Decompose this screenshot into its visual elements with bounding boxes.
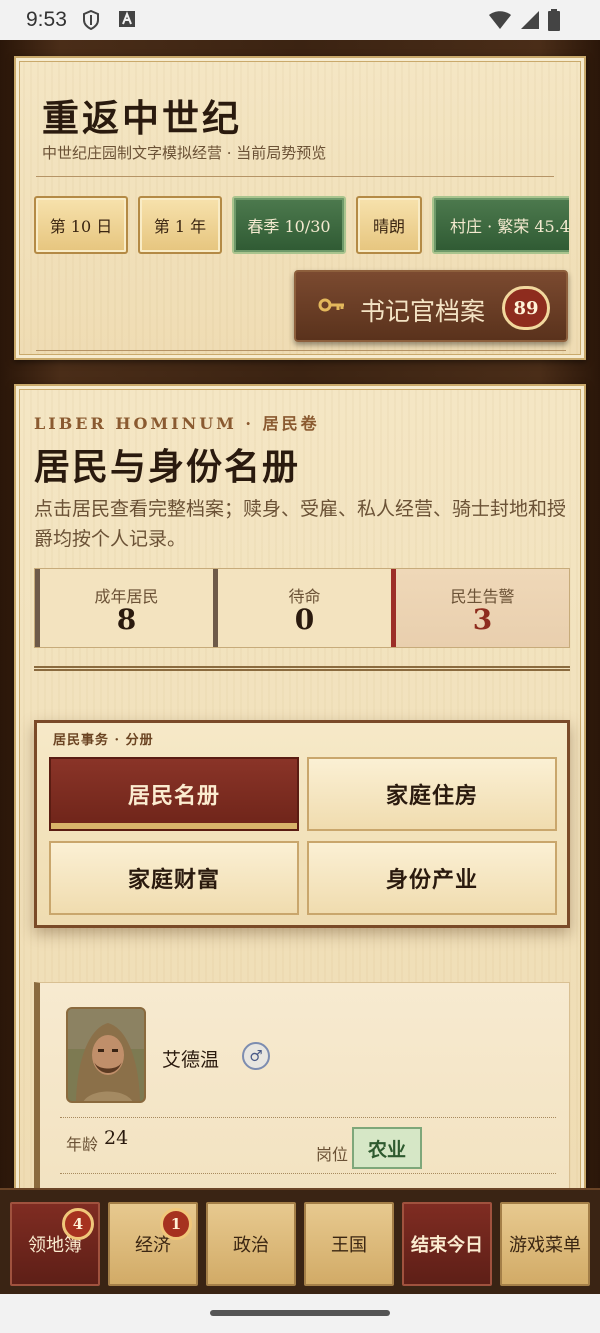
divider xyxy=(60,1173,556,1174)
tab-identity-property[interactable]: 身份产业 xyxy=(307,841,557,915)
age-label: 年龄 xyxy=(66,1135,99,1154)
nav-politics[interactable]: 政治 xyxy=(206,1202,296,1286)
stat-standby: 待命 0 xyxy=(213,569,391,647)
bottom-nav: 领地簿 4 经济 1 政治 王国 结束今日 游戏菜单 xyxy=(0,1188,600,1294)
chip-year: 第 1 年 xyxy=(138,196,222,254)
section-kicker: LIBER HOMINUM · 居民卷 xyxy=(34,414,320,433)
chip-weather: 晴朗 xyxy=(356,196,422,254)
resident-name: 艾德温 xyxy=(162,1049,220,1071)
stat-livelihood-alerts: 民生告警 3 xyxy=(391,569,569,647)
game-subtitle: 中世纪庄园制文字模拟经营 · 当前局势预览 xyxy=(42,144,327,162)
divider xyxy=(36,350,566,351)
stat-value: 3 xyxy=(472,603,493,636)
status-chips: 第 10 日 第 1 年 春季 10/30 晴朗 村庄 · 繁荣 45.4 xyxy=(34,196,569,256)
nav-label: 王国 xyxy=(331,1235,367,1256)
double-divider xyxy=(34,666,570,671)
key-icon xyxy=(318,298,344,312)
scribe-archive-button[interactable]: 书记官档案 89 xyxy=(294,270,568,342)
app-notification-icon xyxy=(119,11,135,27)
male-icon: ♂ xyxy=(242,1042,270,1070)
tab-family-wealth[interactable]: 家庭财富 xyxy=(49,841,299,915)
tab-family-housing[interactable]: 家庭住房 xyxy=(307,757,557,831)
divider xyxy=(60,1117,556,1118)
subsection-caption: 居民事务 · 分册 xyxy=(53,733,154,748)
stat-value: 0 xyxy=(294,603,315,636)
home-gesture-handle[interactable] xyxy=(210,1310,390,1316)
signal-icon xyxy=(521,11,539,29)
status-bar: 9:53 xyxy=(0,0,600,40)
job-label: 岗位 xyxy=(316,1145,349,1164)
scribe-archive-label: 书记官档案 xyxy=(360,297,486,326)
nav-label: 政治 xyxy=(233,1235,269,1256)
nav-kingdom[interactable]: 王国 xyxy=(304,1202,394,1286)
age-value: 24 xyxy=(104,1127,129,1149)
stat-value: 8 xyxy=(116,603,137,636)
chip-season: 春季 10/30 xyxy=(232,196,346,254)
nav-label: 游戏菜单 xyxy=(509,1235,581,1256)
residents-panel: LIBER HOMINUM · 居民卷 居民与身份名册 点击居民查看完整档案；赎… xyxy=(14,384,586,1202)
resident-affairs-tabs: 居民事务 · 分册 居民名册 家庭住房 家庭财富 身份产业 xyxy=(34,720,570,928)
clock: 9:53 xyxy=(26,8,67,31)
job-badge: 农业 xyxy=(352,1127,422,1169)
chip-village-prosperity: 村庄 · 繁荣 45.4 xyxy=(432,196,569,254)
nav-territory-book[interactable]: 领地簿 4 xyxy=(10,1202,100,1286)
game-title: 重返中世纪 xyxy=(42,96,242,140)
section-description: 点击居民查看完整档案；赎身、受雇、私人经营、骑士封地和授爵均按个人记录。 xyxy=(34,498,567,550)
nav-badge: 1 xyxy=(160,1208,192,1240)
nav-game-menu[interactable]: 游戏菜单 xyxy=(500,1202,590,1286)
archive-count-badge: 89 xyxy=(502,286,550,330)
chip-day: 第 10 日 xyxy=(34,196,128,254)
wifi-icon xyxy=(489,11,511,29)
nav-economy[interactable]: 经济 1 xyxy=(108,1202,198,1286)
battery-icon xyxy=(548,9,560,31)
stats-row: 成年居民 8 待命 0 民生告警 3 xyxy=(34,568,570,648)
header-panel: 重返中世纪 中世纪庄园制文字模拟经营 · 当前局势预览 第 10 日 第 1 年… xyxy=(14,56,586,360)
shield-icon xyxy=(83,10,99,30)
end-day-button[interactable]: 结束今日 xyxy=(402,1202,492,1286)
stat-adult-residents: 成年居民 8 xyxy=(35,569,213,647)
tab-resident-roster[interactable]: 居民名册 xyxy=(49,757,299,831)
peasant-portrait-icon xyxy=(68,1009,144,1101)
section-title: 居民与身份名册 xyxy=(34,446,301,488)
nav-label: 结束今日 xyxy=(411,1235,483,1256)
avatar[interactable] xyxy=(66,1007,146,1103)
system-nav-bar xyxy=(0,1294,600,1333)
nav-badge: 4 xyxy=(62,1208,94,1240)
resident-card[interactable]: 艾德温 ♂ 年龄 24 岗位 农业 xyxy=(34,982,570,1202)
divider xyxy=(36,176,554,177)
